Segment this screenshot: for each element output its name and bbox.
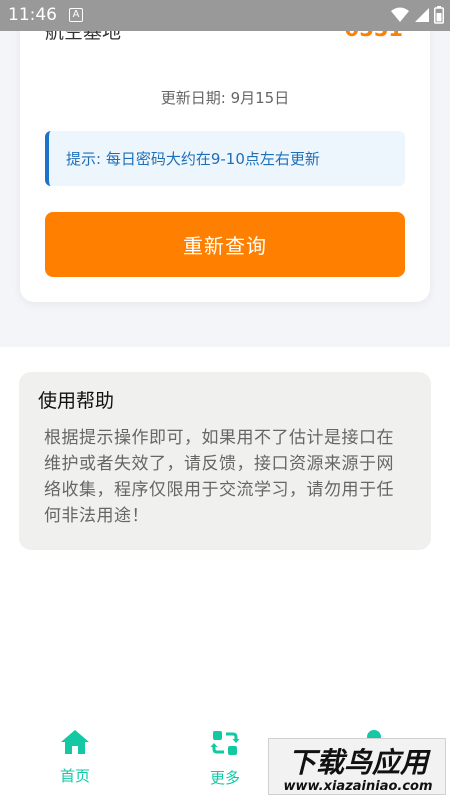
signal-icon [415, 8, 429, 22]
nav-label-home: 首页 [59, 767, 90, 785]
svg-text:www.xiazainiao.com: www.xiazainiao.com [283, 779, 432, 794]
tip-text: 提示: 每日密码大约在9-10点左右更新 [66, 150, 320, 168]
home-icon [61, 730, 89, 754]
watermark-logo: 下载鸟应用 www.xiazainiao.com [268, 738, 446, 795]
svg-text:下载鸟应用: 下载鸟应用 [288, 746, 431, 779]
help-text: 根据提示操作即可，如果用不了估计是接口在维护或者失效了，请反馈，接口资源来源于网… [44, 428, 394, 526]
requery-button[interactable]: 重新查询 [45, 212, 405, 277]
update-date: 更新日期: 9月15日 [160, 89, 290, 107]
notification-a-icon: A [69, 8, 83, 22]
nav-item-home[interactable]: 首页 [35, 728, 115, 794]
battery-icon [434, 6, 444, 24]
nav-label-more: 更多 [209, 769, 240, 787]
refresh-icon [210, 731, 240, 755]
wifi-icon [391, 7, 409, 22]
status-icons [390, 6, 444, 24]
tip-banner: 提示: 每日密码大约在9-10点左右更新 [45, 131, 405, 186]
status-bar: 11:46 A [0, 0, 450, 31]
watermark-graphic: 下载鸟应用 www.xiazainiao.com [283, 746, 432, 794]
help-title: 使用帮助 [38, 390, 115, 412]
help-card: 使用帮助 根据提示操作即可，如果用不了估计是接口在维护或者失效了，请反馈，接口资… [19, 372, 431, 550]
status-time: 11:46 [8, 5, 57, 25]
requery-button-label: 重新查询 [183, 234, 267, 258]
nav-item-more[interactable]: 更多 [185, 728, 265, 794]
